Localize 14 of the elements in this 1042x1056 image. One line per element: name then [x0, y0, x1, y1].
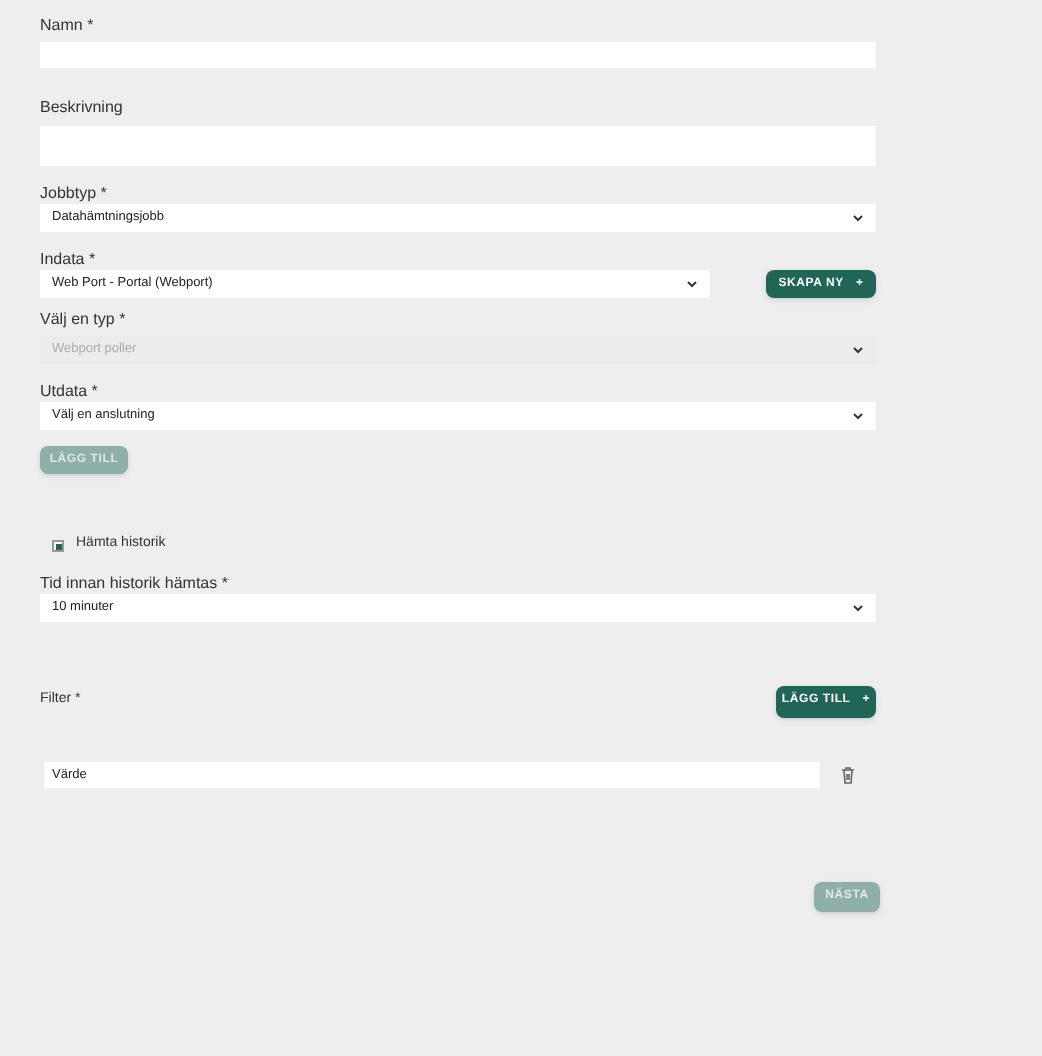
- chevron-icon: [852, 346, 864, 354]
- chevron-icon: [852, 603, 864, 611]
- field-label: Tid innan historik hämtas *: [40, 573, 230, 593]
- field-label: Beskrivning: [40, 98, 125, 118]
- field-label: Indata *: [40, 250, 98, 270]
- chevron-icon: [852, 214, 864, 222]
- checkbox[interactable]: [52, 540, 64, 552]
- field-label: Välj en typ *: [40, 310, 128, 330]
- trash-icon[interactable]: [840, 765, 856, 783]
- chevron-icon: [686, 280, 698, 288]
- chevron-icon: [852, 412, 864, 420]
- field-label: Jobbtyp *: [40, 184, 109, 204]
- field-label: Namn *: [40, 16, 96, 36]
- field-label: Utdata *: [40, 382, 100, 402]
